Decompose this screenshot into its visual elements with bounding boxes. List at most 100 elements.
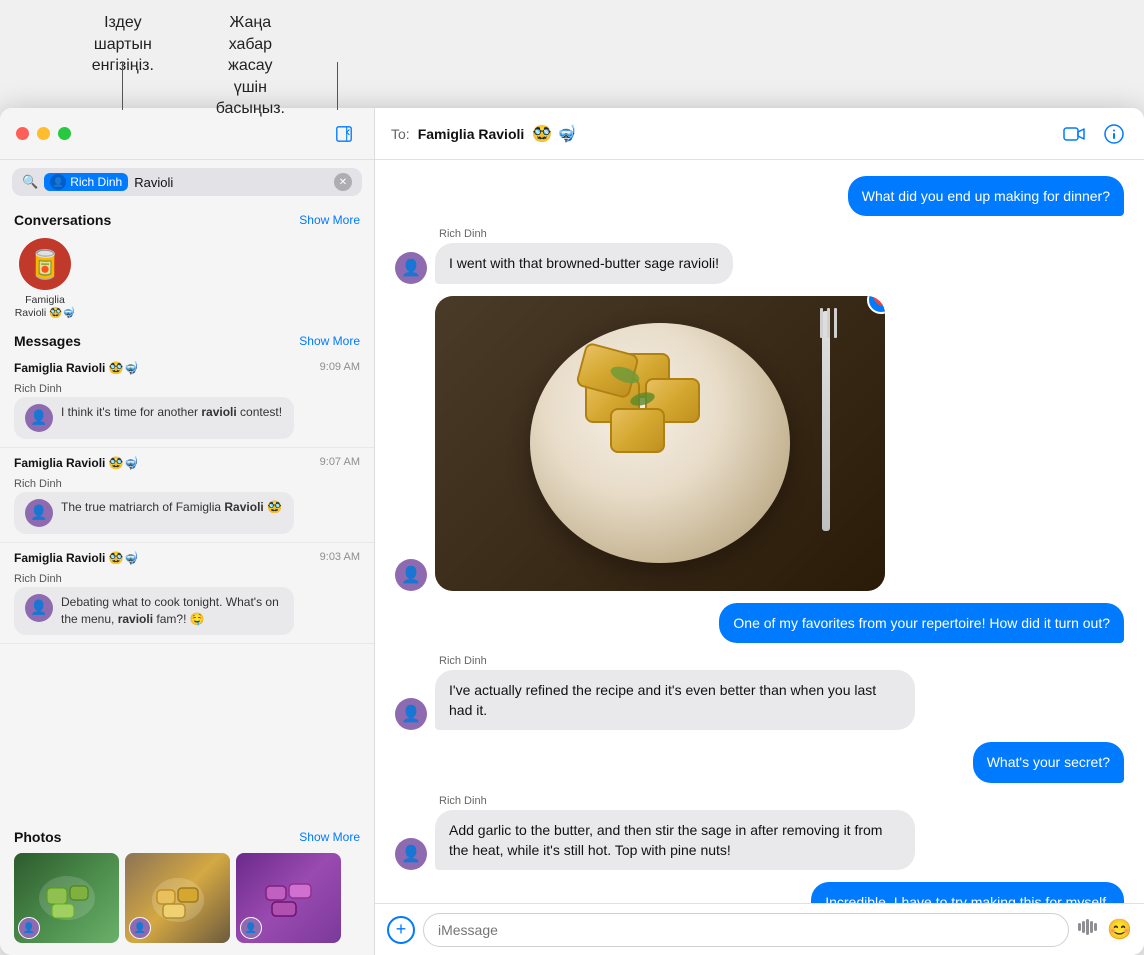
minimize-button[interactable] <box>37 127 50 140</box>
message-bubble-preview: 👤 I think it's time for another ravioli … <box>14 397 294 439</box>
search-bar: 🔍 👤 Rich Dinh Ravioli ✕ <box>12 168 362 196</box>
message-sender-name: Rich Dinh <box>435 795 915 807</box>
list-item[interactable]: Famiglia Ravioli 🥸🤿 9:07 AM Rich Dinh 👤 … <box>0 448 374 543</box>
message-bubble: I went with that browned-butter sage rav… <box>435 243 733 283</box>
message-highlight: ravioli <box>118 612 153 626</box>
info-button[interactable] <box>1100 120 1128 148</box>
search-query-text[interactable]: Ravioli <box>134 175 328 190</box>
video-call-button[interactable] <box>1060 120 1088 148</box>
message-item-sender: Rich Dinh <box>14 383 62 395</box>
message-preview-text: Debating what to cook tonight. What's on… <box>61 594 283 628</box>
message-bubble: Add garlic to the butter, and then stir … <box>435 810 915 871</box>
messages-list: Famiglia Ravioli 🥸🤿 9:09 AM Rich Dinh 👤 … <box>0 353 374 821</box>
photos-title: Photos <box>14 829 61 845</box>
search-icon: 🔍 <box>22 174 38 190</box>
chat-panel: To: Famiglia Ravioli 🥸 🤿 <box>375 108 1144 955</box>
message-preview-text: The true matriarch of Famiglia Ravioli 🥸 <box>61 499 282 516</box>
message-row: One of my favorites from your repertoire… <box>395 603 1124 643</box>
message-bubble-preview: 👤 The true matriarch of Famiglia Ravioli… <box>14 492 294 534</box>
message-input[interactable] <box>423 913 1069 947</box>
message-sender-avatar: 👤 <box>395 838 427 870</box>
sidebar: 🔍 👤 Rich Dinh Ravioli ✕ Conversations Sh… <box>0 108 375 955</box>
search-clear-button[interactable]: ✕ <box>334 173 352 191</box>
message-row: 👤 Rich Dinh Add garlic to the butter, an… <box>395 795 1124 871</box>
message-row: What's your secret? <box>395 742 1124 782</box>
message-item-time: 9:09 AM <box>320 361 360 373</box>
conversations-section-header: Conversations Show More <box>0 204 374 232</box>
photo-avatar-overlay: 👤 <box>18 917 40 939</box>
photo-thumbnail[interactable]: 👤 <box>14 853 119 943</box>
message-sender-avatar: 👤 <box>395 559 427 591</box>
message-preview-text: I think it's time for another ravioli co… <box>61 404 282 421</box>
conversations-list: 🥫 FamigliaRavioli 🥸🤿 <box>0 232 374 325</box>
message-sender-avatar: 👤 <box>25 404 53 432</box>
photos-section-header: Photos Show More <box>0 821 374 849</box>
compose-button[interactable] <box>330 120 358 148</box>
message-bubble: I've actually refined the recipe and it'… <box>435 670 915 731</box>
message-content: Rich Dinh I've actually refined the reci… <box>435 655 915 731</box>
tooltip-text-1: Іздеу шартыненгізіңіз. <box>90 12 156 110</box>
messages-area: What did you end up making for dinner? 👤… <box>375 160 1144 903</box>
message-item-header: Famiglia Ravioli 🥸🤿 9:07 AM <box>14 456 360 470</box>
add-button[interactable]: + <box>387 916 415 944</box>
search-tag: 👤 Rich Dinh <box>44 173 128 191</box>
list-item[interactable]: Famiglia Ravioli 🥸🤿 9:03 AM Rich Dinh 👤 … <box>0 543 374 644</box>
chat-recipient-emoji: 🥸 🤿 <box>532 124 576 144</box>
message-item-title: Famiglia Ravioli 🥸🤿 <box>14 551 139 565</box>
chat-header-actions <box>1060 120 1128 148</box>
message-item-sender: Rich Dinh <box>14 573 62 585</box>
message-item-title: Famiglia Ravioli 🥸🤿 <box>14 456 139 470</box>
message-sender-avatar: 👤 <box>25 594 53 622</box>
message-content: Incredible. I have to try making this fo… <box>811 882 1124 903</box>
message-row: 👤 <box>395 296 1124 591</box>
conversation-avatar: 🥫 <box>19 238 71 290</box>
message-content: One of my favorites from your repertoire… <box>719 603 1124 643</box>
close-button[interactable] <box>16 127 29 140</box>
message-sender-name: Rich Dinh <box>435 228 733 240</box>
message-item-time: 9:07 AM <box>320 456 360 468</box>
emoji-button[interactable]: 😊 <box>1107 917 1132 942</box>
messages-show-more-button[interactable]: Show More <box>299 334 360 348</box>
message-bubble: What's your secret? <box>973 742 1124 782</box>
photo-thumbnail[interactable]: 👤 <box>236 853 341 943</box>
conversations-title: Conversations <box>14 212 111 228</box>
search-tag-label: Rich Dinh <box>70 175 122 189</box>
messages-section-header: Messages Show More <box>0 325 374 353</box>
message-item-time: 9:03 AM <box>320 551 360 563</box>
message-image-bubble[interactable]: ❤️ <box>435 296 885 591</box>
ravioli-plate <box>530 323 790 563</box>
photo-avatar-overlay: 👤 <box>129 917 151 939</box>
input-area: + 😊 <box>375 903 1144 955</box>
message-sender-avatar: 👤 <box>395 252 427 284</box>
message-content: What's your secret? <box>973 742 1124 782</box>
message-row: Incredible. I have to try making this fo… <box>395 882 1124 903</box>
message-content: Rich Dinh I went with that browned-butte… <box>435 228 733 283</box>
chat-header: To: Famiglia Ravioli 🥸 🤿 <box>375 108 1144 160</box>
tooltip-line-1 <box>122 62 123 110</box>
photos-show-more-button[interactable]: Show More <box>299 830 360 844</box>
list-item[interactable]: Famiglia Ravioli 🥸🤿 9:09 AM Rich Dinh 👤 … <box>0 353 374 448</box>
maximize-button[interactable] <box>58 127 71 140</box>
tooltip-area: Іздеу шартыненгізіңіз. Жаңа хабар жасауү… <box>0 0 375 110</box>
message-bubble: Incredible. I have to try making this fo… <box>811 882 1124 903</box>
photos-section: Photos Show More 👤 <box>0 821 374 955</box>
message-item-sender: Rich Dinh <box>14 478 62 490</box>
conversation-item[interactable]: 🥫 FamigliaRavioli 🥸🤿 <box>10 238 80 319</box>
message-bubble-preview: 👤 Debating what to cook tonight. What's … <box>14 587 294 635</box>
message-item-header: Famiglia Ravioli 🥸🤿 9:03 AM <box>14 551 360 565</box>
chat-to-label: To: <box>391 126 410 142</box>
search-tag-avatar: 👤 <box>50 174 66 190</box>
conversations-show-more-button[interactable]: Show More <box>299 213 360 227</box>
chat-recipient-name: Famiglia Ravioli <box>418 126 525 142</box>
audio-button[interactable] <box>1077 918 1099 941</box>
photos-grid: 👤 👤 <box>0 849 374 947</box>
photo-avatar-overlay: 👤 <box>240 917 262 939</box>
photo-thumbnail[interactable]: 👤 <box>125 853 230 943</box>
main-window: 🔍 👤 Rich Dinh Ravioli ✕ Conversations Sh… <box>0 108 1144 955</box>
message-row: 👤 Rich Dinh I've actually refined the re… <box>395 655 1124 731</box>
message-highlight: Ravioli <box>224 500 263 514</box>
tooltip-text-2: Жаңа хабар жасауүшін басыңыз. <box>216 12 285 110</box>
conversation-avatar-image: 🥫 <box>19 238 71 290</box>
message-content: What did you end up making for dinner? <box>848 176 1124 216</box>
message-bubble: What did you end up making for dinner? <box>848 176 1124 216</box>
